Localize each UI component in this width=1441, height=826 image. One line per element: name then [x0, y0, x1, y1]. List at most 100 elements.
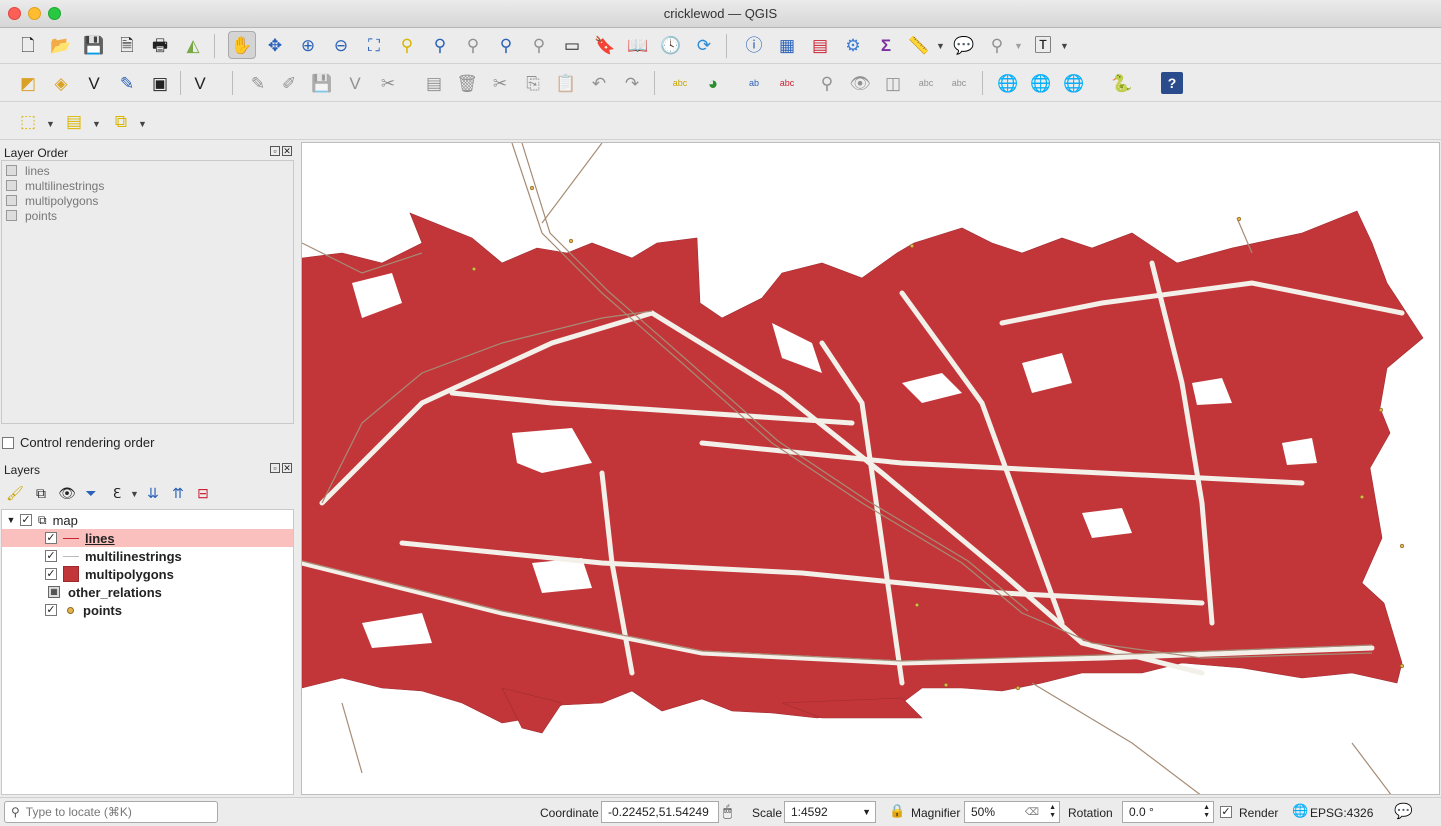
- new-geopackage-layer-icon[interactable]: ◈: [47, 69, 75, 97]
- annotation-dropdown-icon[interactable]: ▼: [1060, 41, 1069, 51]
- filter-expression-icon[interactable]: ℇ: [106, 482, 128, 504]
- render-checkbox[interactable]: ✓: [1220, 806, 1232, 818]
- zoom-in-icon[interactable]: ⊕: [294, 31, 322, 59]
- refresh-icon[interactable]: ⟳: [690, 31, 718, 59]
- label-rotate-icon[interactable]: abc: [945, 69, 973, 97]
- clear-icon[interactable]: ⌫: [1025, 807, 1039, 818]
- float-panel-icon[interactable]: ▫: [270, 463, 280, 473]
- filter-expression-dropdown-icon[interactable]: ▼: [130, 489, 139, 499]
- rotation-spinbox[interactable]: 0.0 ° ▲ ▼: [1122, 801, 1214, 823]
- map-render[interactable]: [302, 143, 1440, 795]
- measure-dropdown-icon[interactable]: ▼: [936, 41, 945, 51]
- control-rendering-order-checkbox[interactable]: [2, 436, 14, 449]
- layer-row[interactable]: ✓ lines: [2, 529, 293, 547]
- temporal-controller-icon[interactable]: 🕓: [657, 31, 685, 59]
- add-group-icon[interactable]: ⧉: [30, 482, 52, 504]
- add-wms-layer-icon[interactable]: 🌐: [994, 69, 1022, 97]
- map-tips-icon[interactable]: 💬: [950, 31, 978, 59]
- vertex-tool-icon[interactable]: ✂: [374, 69, 402, 97]
- zoom-native-icon[interactable]: ⚲: [459, 31, 487, 59]
- map-canvas[interactable]: [301, 142, 1440, 795]
- change-label-icon[interactable]: ◫: [879, 69, 907, 97]
- layer-checkbox[interactable]: ✓: [45, 532, 57, 544]
- print-layout-icon[interactable]: 🖶: [146, 31, 174, 59]
- select-by-value-dropdown-icon[interactable]: ▼: [92, 119, 101, 129]
- new-bookmark-icon[interactable]: 🔖: [591, 31, 619, 59]
- control-rendering-order[interactable]: Control rendering order: [2, 435, 154, 450]
- layer-group-row[interactable]: ▼ ✓ ⧉ map: [2, 511, 293, 529]
- zoom-to-layer-icon[interactable]: ⚲: [426, 31, 454, 59]
- layer-row[interactable]: ▦ other_relations: [2, 583, 293, 601]
- filter-legend-icon[interactable]: ⏷: [80, 482, 102, 504]
- close-panel-icon[interactable]: ✕: [282, 463, 292, 473]
- crs-button[interactable]: EPSG:4326: [1310, 806, 1373, 820]
- add-wfs-layer-icon[interactable]: V: [186, 69, 214, 97]
- identify-icon[interactable]: ⓘ: [740, 31, 768, 59]
- layer-row[interactable]: ✓ multilinestrings: [2, 547, 293, 565]
- chevron-down-icon[interactable]: ▼: [862, 807, 871, 817]
- layer-order-item[interactable]: points: [6, 208, 57, 223]
- spin-arrows-icon[interactable]: ▲ ▼: [1203, 804, 1210, 820]
- statistics-icon[interactable]: Σ: [872, 31, 900, 59]
- layer-order-item[interactable]: multilinestrings: [6, 178, 104, 193]
- attribute-table-icon[interactable]: ▦: [773, 31, 801, 59]
- coordinate-field[interactable]: -0.22452,51.54249: [601, 801, 719, 823]
- toggle-editing-icon[interactable]: ✐: [275, 69, 303, 97]
- zoom-last-icon[interactable]: ⚲: [492, 31, 520, 59]
- zoom-to-selection-icon[interactable]: ⚲: [393, 31, 421, 59]
- collapse-all-icon[interactable]: ⇈: [167, 482, 189, 504]
- field-calculator-icon[interactable]: ▤: [806, 31, 834, 59]
- undo-icon[interactable]: ↶: [585, 69, 613, 97]
- cut-features-icon[interactable]: ✂: [486, 69, 514, 97]
- zoom-out-icon[interactable]: ⊖: [327, 31, 355, 59]
- magnifier-spinbox[interactable]: 50% ⌫ ▲ ▼: [964, 801, 1060, 823]
- layer-checkbox[interactable]: ✓: [45, 604, 57, 616]
- pin-labels-icon[interactable]: ab: [740, 69, 768, 97]
- save-project-icon[interactable]: 💾: [80, 31, 108, 59]
- processing-toolbox-icon[interactable]: ⚙: [839, 31, 867, 59]
- text-annotation-icon[interactable]: 🅃: [1029, 31, 1057, 59]
- modify-attributes-icon[interactable]: ▤: [420, 69, 448, 97]
- locator-input[interactable]: ⚲ Type to locate (⌘K): [4, 801, 218, 823]
- show-bookmarks-icon[interactable]: 📖: [624, 31, 652, 59]
- label-toolbar-icon[interactable]: abc: [666, 69, 694, 97]
- measure-icon[interactable]: 📏: [905, 31, 933, 59]
- layer-order-item[interactable]: lines: [6, 163, 50, 178]
- float-panel-icon[interactable]: ▫: [270, 146, 280, 156]
- new-project-icon[interactable]: 🗋: [14, 31, 42, 59]
- edits-icon[interactable]: ✎: [244, 69, 272, 97]
- delete-selected-icon[interactable]: 🗑: [453, 69, 481, 97]
- select-features-dropdown-icon[interactable]: ▼: [46, 119, 55, 129]
- select-dropdown-icon[interactable]: ▼: [1014, 41, 1023, 51]
- move-label-icon[interactable]: ⚲: [813, 69, 841, 97]
- save-as-icon[interactable]: 🗎: [113, 31, 141, 59]
- add-feature-icon[interactable]: V: [341, 69, 369, 97]
- add-virtual-layer-icon[interactable]: ▣: [146, 69, 174, 97]
- redo-icon[interactable]: ↷: [618, 69, 646, 97]
- messages-icon[interactable]: 💬: [1394, 802, 1413, 820]
- remove-layer-icon[interactable]: ⊟: [192, 482, 214, 504]
- copy-features-icon[interactable]: ⎘: [519, 69, 547, 97]
- data-source-manager-icon[interactable]: ◩: [14, 69, 42, 97]
- select-features-icon[interactable]: ⬚: [14, 107, 42, 135]
- layer-row[interactable]: ✓ points: [2, 601, 293, 619]
- layer-checkbox[interactable]: ✓: [20, 514, 32, 526]
- help-icon[interactable]: ?: [1161, 72, 1183, 94]
- diagram-icon[interactable]: ◕: [699, 69, 727, 97]
- add-delimited-text-icon[interactable]: ✎: [113, 69, 141, 97]
- paste-features-icon[interactable]: 📋: [552, 69, 580, 97]
- select-by-location-icon[interactable]: ⚲: [983, 31, 1011, 59]
- close-panel-icon[interactable]: ✕: [282, 146, 292, 156]
- add-wcs-layer-icon[interactable]: 🌐: [1027, 69, 1055, 97]
- lock-scale-icon[interactable]: 🔒: [889, 803, 905, 819]
- pan-to-selection-icon[interactable]: ✥: [261, 31, 289, 59]
- manage-themes-icon[interactable]: 👁: [56, 482, 78, 504]
- style-manager-icon[interactable]: ◭: [179, 31, 207, 59]
- layer-checkbox[interactable]: ✓: [45, 568, 57, 580]
- style-layer-icon[interactable]: 🖌: [4, 482, 26, 504]
- python-console-icon[interactable]: 🐍: [1108, 69, 1136, 97]
- open-project-icon[interactable]: 📂: [47, 31, 75, 59]
- deselect-dropdown-icon[interactable]: ▼: [138, 119, 147, 129]
- label-props-icon[interactable]: abc: [912, 69, 940, 97]
- show-hide-labels-icon[interactable]: abc: [773, 69, 801, 97]
